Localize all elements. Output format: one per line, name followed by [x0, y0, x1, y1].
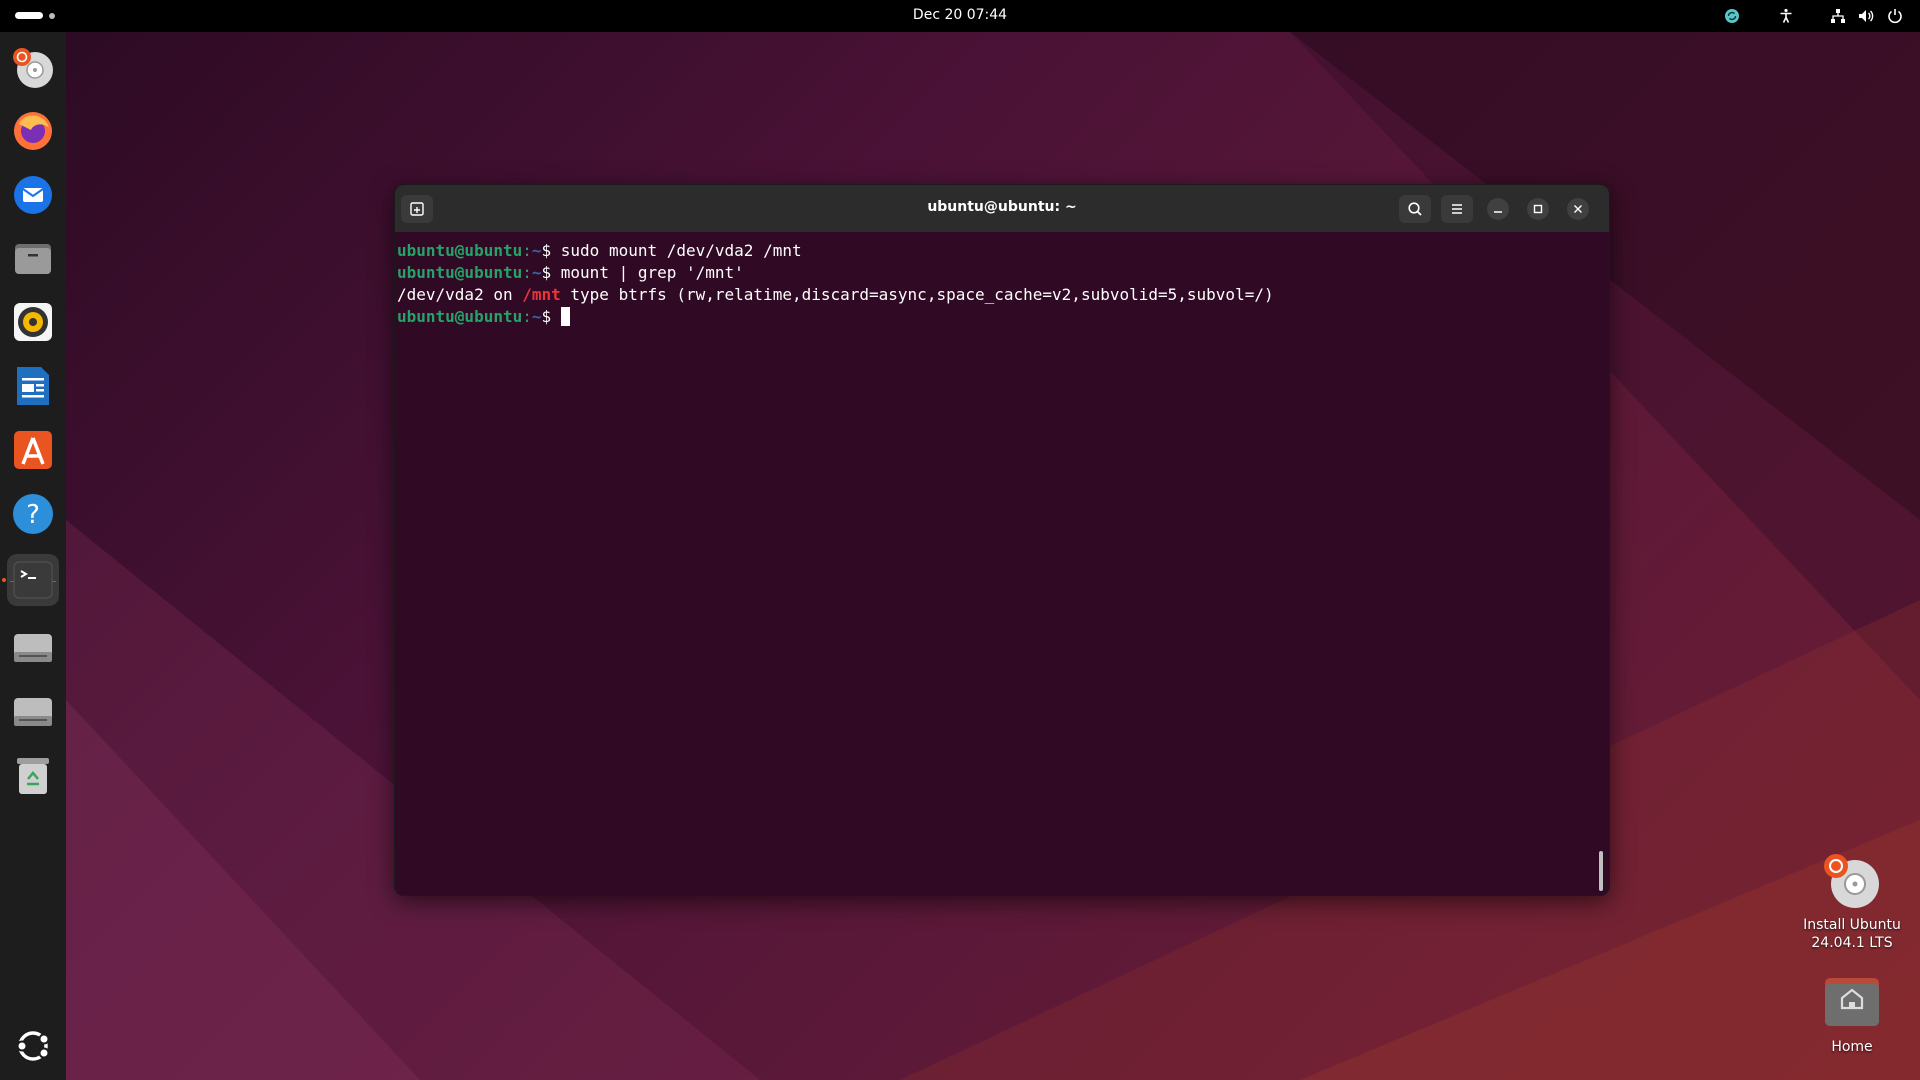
prompt-colon: : — [522, 241, 532, 260]
text-cursor — [560, 307, 570, 326]
prompt-colon: : — [522, 307, 532, 326]
scrollbar[interactable] — [1599, 851, 1603, 891]
running-indicator — [2, 578, 6, 582]
desktop-home-folder[interactable]: Home — [1792, 974, 1912, 1056]
search-icon — [1408, 202, 1422, 216]
terminal-line: ubuntu@ubuntu:~$ — [397, 306, 1609, 328]
app-center-icon[interactable] — [7, 424, 59, 476]
output-text: type btrfs (rw,relatime,discard=async,sp… — [560, 285, 1274, 304]
prompt-path: ~ — [531, 241, 542, 260]
prompt-user: ubuntu@ubuntu — [397, 307, 523, 326]
trash-icon[interactable] — [7, 750, 59, 802]
home-folder-icon — [1825, 978, 1879, 1026]
activities-button[interactable] — [15, 12, 55, 19]
top-bar: Dec 20 07:44 — [0, 0, 1920, 32]
accessibility-icon[interactable] — [1774, 4, 1798, 28]
install-label-line1: Install Ubuntu — [1803, 917, 1901, 933]
menu-button[interactable] — [1441, 195, 1473, 223]
terminal-output[interactable]: ubuntu@ubuntu:~$ sudo mount /dev/vda2 /m… — [395, 232, 1609, 895]
close-button[interactable] — [1567, 198, 1589, 220]
minimize-button[interactable] — [1487, 198, 1509, 220]
output-text: /dev/vda2 on — [397, 285, 523, 304]
prompt-dollar: $ — [541, 307, 561, 326]
drive-icon[interactable] — [7, 622, 59, 674]
desktop-install-ubuntu[interactable]: Install Ubuntu 24.04.1 LTS — [1792, 852, 1912, 952]
update-icon[interactable] — [1720, 4, 1744, 28]
network-icon[interactable] — [1826, 4, 1850, 28]
writer-icon[interactable] — [7, 360, 59, 412]
prompt-path: ~ — [531, 263, 542, 282]
prompt-user: ubuntu@ubuntu — [397, 241, 523, 260]
volume-icon[interactable] — [1854, 4, 1878, 28]
firefox-icon[interactable] — [7, 104, 59, 156]
maximize-button[interactable] — [1527, 198, 1549, 220]
workspace-indicator — [49, 12, 55, 19]
rhythmbox-icon[interactable] — [7, 296, 59, 348]
prompt-dollar: $ — [541, 241, 561, 260]
terminal-window[interactable]: ubuntu@ubuntu: ~ ubuntu@ubuntu:~$ sudo m… — [394, 184, 1610, 896]
hamburger-icon — [1452, 204, 1462, 214]
terminal-icon[interactable] — [7, 554, 59, 606]
show-apps-icon[interactable] — [7, 1020, 59, 1072]
clock[interactable]: Dec 20 07:44 — [907, 7, 1013, 23]
command-text: sudo mount /dev/vda2 /mnt — [560, 241, 802, 260]
prompt-user: ubuntu@ubuntu — [397, 263, 523, 282]
svg-text:?: ? — [26, 500, 40, 530]
home-label: Home — [1831, 1039, 1873, 1055]
power-icon[interactable] — [1883, 4, 1907, 28]
prompt-colon: : — [522, 263, 532, 282]
terminal-line: ubuntu@ubuntu:~$ sudo mount /dev/vda2 /m… — [397, 240, 1609, 262]
terminal-line: ubuntu@ubuntu:~$ mount | grep '/mnt' — [397, 262, 1609, 284]
maximize-icon — [1533, 204, 1543, 214]
workspace-indicator-active — [15, 12, 43, 19]
thunderbird-icon[interactable] — [7, 168, 59, 220]
drive-icon[interactable] — [7, 686, 59, 738]
prompt-path: ~ — [531, 307, 542, 326]
install-label-line2: 24.04.1 LTS — [1811, 935, 1893, 951]
installer-icon — [1824, 854, 1879, 908]
command-text: mount | grep '/mnt' — [560, 263, 744, 282]
grep-match: /mnt — [522, 285, 561, 304]
dock: ? — [0, 32, 66, 1080]
help-icon[interactable]: ? — [7, 488, 59, 540]
terminal-line: /dev/vda2 on /mnt type btrfs (rw,relatim… — [397, 284, 1609, 306]
terminal-titlebar[interactable]: ubuntu@ubuntu: ~ — [395, 185, 1609, 232]
installer-icon[interactable] — [7, 42, 59, 94]
prompt-dollar: $ — [541, 263, 561, 282]
minimize-icon — [1494, 211, 1502, 213]
close-icon — [1574, 205, 1582, 213]
files-icon[interactable] — [7, 232, 59, 284]
search-button[interactable] — [1399, 195, 1431, 223]
